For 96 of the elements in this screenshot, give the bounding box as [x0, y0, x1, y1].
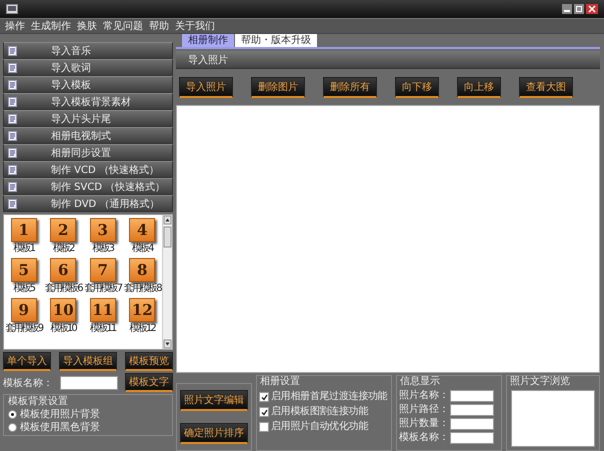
radio-button[interactable]	[8, 410, 17, 419]
document-icon	[8, 96, 17, 106]
maximize-icon[interactable]	[574, 4, 584, 14]
template-label: 模板3	[92, 243, 114, 255]
checkbox[interactable]	[259, 392, 269, 402]
template-tile[interactable]: 3	[90, 218, 116, 242]
photo-action-button[interactable]: 照片文字编辑	[180, 390, 248, 411]
document-icon	[8, 114, 17, 124]
template-tile[interactable]: 7	[90, 258, 116, 282]
sidebar-item[interactable]: 导入片头片尾	[3, 110, 173, 127]
template-button[interactable]: 导入模板组	[59, 352, 117, 371]
template-label: 模板12	[130, 323, 155, 335]
template-label: 模板2	[52, 243, 74, 255]
minimize-icon[interactable]	[562, 4, 572, 14]
checkmark-icon	[260, 408, 268, 416]
sidebar-item[interactable]: 相册电视制式	[3, 127, 173, 144]
close-icon[interactable]	[586, 4, 598, 14]
template-label: 套用模板7	[84, 283, 122, 295]
menu-item[interactable]: 帮助	[149, 19, 169, 33]
sidebar-item[interactable]: 相册同步设置	[3, 144, 173, 161]
menu-item[interactable]: 操作	[5, 19, 25, 33]
template-tile[interactable]: 6	[50, 258, 76, 282]
document-icon	[8, 46, 17, 56]
photo-button[interactable]: 向上移	[457, 77, 501, 98]
group-title: 模板背景设置	[8, 395, 69, 408]
document-icon	[8, 148, 17, 158]
menu-item[interactable]: 关于我们	[175, 19, 215, 33]
template-label: 模板10	[50, 323, 76, 335]
template-name-field[interactable]	[60, 376, 118, 390]
radio-option[interactable]: 模板使用黑色背景	[8, 421, 168, 434]
template-label: 套用模板9	[5, 323, 42, 335]
template-tile[interactable]: 5	[10, 258, 37, 282]
template-label: 模板1	[13, 243, 34, 255]
document-icon	[8, 80, 17, 90]
checkbox[interactable]	[259, 422, 269, 432]
photo-button[interactable]: 删除所有	[323, 77, 377, 98]
template-tile[interactable]: 4	[129, 218, 156, 242]
template-tile[interactable]: 10	[50, 298, 76, 322]
template-tile[interactable]: 2	[50, 218, 76, 242]
template-tile[interactable]: 11	[90, 298, 116, 322]
template-label: 模板11	[90, 323, 116, 335]
tab[interactable]: 帮助・版本升级	[235, 34, 317, 47]
document-icon	[8, 164, 17, 174]
field-label: 照片名称：	[399, 390, 449, 402]
checkmark-icon	[260, 394, 268, 400]
sidebar-item[interactable]: 制作 SVCD （快速格式）	[3, 178, 173, 195]
template-tile[interactable]: 9	[10, 298, 37, 322]
photo-action-button[interactable]: 确定照片排序	[180, 423, 248, 444]
template-name-label: 模板名称：	[3, 376, 53, 390]
radio-option[interactable]: 模板使用照片背景	[8, 408, 168, 421]
template-tile[interactable]: 1	[10, 218, 37, 242]
menu-item[interactable]: 换肤	[77, 19, 97, 33]
template-button[interactable]: 模板预览	[125, 352, 173, 371]
sidebar-item[interactable]: 导入模板背景素材	[3, 93, 173, 110]
template-text-button[interactable]: 模板文字	[125, 373, 173, 392]
sidebar-item[interactable]: 导入音乐	[3, 42, 173, 59]
info-field[interactable]	[450, 404, 494, 416]
photo-button[interactable]: 导入照片	[179, 77, 233, 98]
radio-button[interactable]	[8, 423, 17, 432]
tab[interactable]: 相册制作	[182, 34, 234, 47]
app-icon	[6, 4, 18, 14]
checkbox-option[interactable]: 启用模板图割连接功能	[257, 406, 391, 418]
info-field[interactable]	[450, 390, 494, 402]
group-title: 相册设置	[259, 376, 301, 388]
sidebar-item[interactable]: 制作 VCD （快速格式）	[3, 161, 173, 178]
template-tile[interactable]: 12	[129, 298, 156, 322]
group-title: 信息显示	[399, 376, 441, 388]
info-field[interactable]	[450, 418, 494, 430]
group-title: 照片文字浏览	[509, 376, 571, 388]
document-icon	[8, 130, 17, 140]
menu-item[interactable]: 生成制作	[31, 19, 71, 33]
photo-button[interactable]: 查看大图	[519, 77, 573, 98]
sidebar-item[interactable]: 导入歌词	[3, 59, 173, 76]
template-tile[interactable]: 8	[129, 258, 156, 282]
document-icon	[8, 198, 17, 208]
field-label: 照片数量：	[399, 418, 449, 430]
info-field[interactable]	[450, 432, 494, 444]
photo-button[interactable]: 向下移	[395, 77, 439, 98]
document-icon	[8, 182, 17, 192]
checkbox-option[interactable]: 启用相册首尾过渡连接功能	[257, 391, 391, 403]
menu-item[interactable]: 常见问题	[103, 19, 143, 33]
checkbox[interactable]	[259, 407, 269, 417]
field-label: 照片路径：	[399, 404, 449, 416]
field-label: 模板名称：	[399, 432, 449, 444]
template-label: 套用模板8	[124, 283, 161, 295]
template-label: 套用模板6	[44, 283, 82, 295]
photo-button[interactable]: 删除图片	[251, 77, 305, 98]
sidebar-item[interactable]: 制作 DVD （通用格式）	[3, 195, 173, 212]
template-label: 模板4	[132, 243, 153, 255]
sidebar-item[interactable]: 导入模板	[3, 76, 173, 93]
template-label: 模板5	[13, 283, 34, 295]
scrollbar[interactable]	[162, 215, 172, 349]
section-title: 导入照片	[188, 54, 228, 66]
document-icon	[8, 62, 17, 72]
template-button[interactable]: 单个导入	[3, 352, 51, 371]
checkbox-option[interactable]: 启用照片自动优化功能	[257, 421, 391, 433]
